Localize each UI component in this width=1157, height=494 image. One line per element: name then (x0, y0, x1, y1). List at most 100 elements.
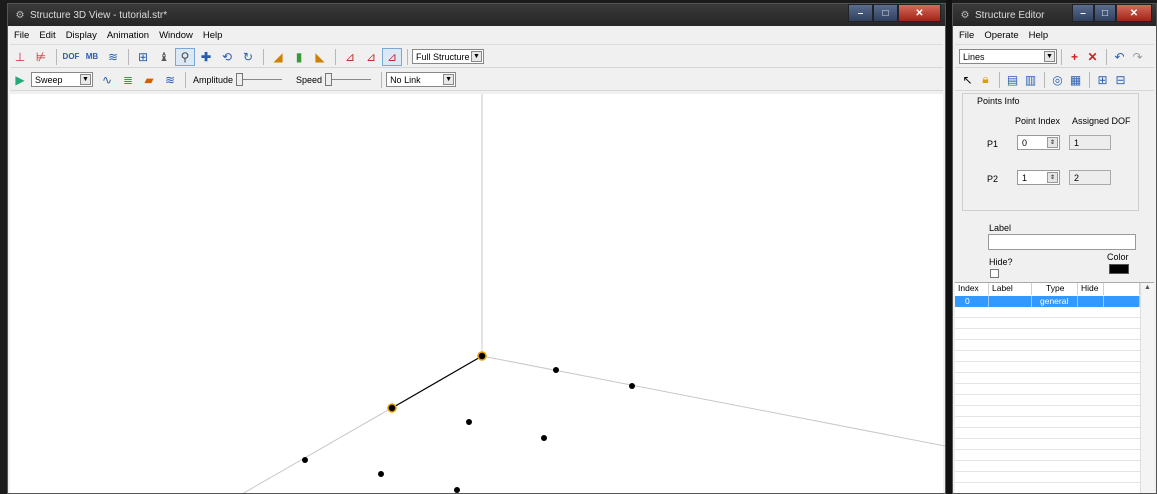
axis-icon[interactable]: ⊥ (10, 48, 30, 66)
chevron-down-icon[interactable]: ▼ (1044, 51, 1055, 62)
table-scrollbar[interactable]: ▲ (1140, 283, 1154, 493)
animation-mode-select[interactable]: Sweep ▼ (31, 72, 93, 87)
toolbar-separator (381, 71, 383, 88)
structure-point-selected[interactable] (387, 403, 397, 413)
structure-point-selected[interactable] (477, 351, 487, 361)
dof-icon[interactable]: DOF (61, 48, 81, 66)
shape-icon[interactable]: ◣ (310, 48, 330, 66)
wave-icon[interactable]: ∿ (97, 71, 117, 89)
table-select-icon[interactable]: ▤ (1004, 71, 1021, 89)
menu-edit[interactable]: Edit (35, 30, 61, 41)
close-button[interactable]: ✕ (1116, 4, 1152, 22)
amplitude-thumb[interactable] (236, 73, 244, 86)
spinner-arrows-icon[interactable]: ⇕ (1047, 172, 1058, 183)
hide-checkbox[interactable] (990, 269, 999, 278)
menu-help[interactable]: Help (1025, 30, 1055, 41)
paint-icon[interactable]: ♝ (154, 48, 174, 66)
structure-select[interactable]: Full Structure ▼ (412, 49, 484, 64)
play-animation-icon[interactable]: ▶ (10, 71, 30, 89)
table-edit-icon[interactable]: ▥ (1022, 71, 1039, 89)
p1-index-spinner[interactable]: 0 ⇕ (1017, 135, 1060, 150)
chevron-down-icon[interactable]: ▼ (80, 74, 91, 85)
grid-icon[interactable]: ⊞ (133, 48, 153, 66)
xy-view-icon[interactable]: ⊿ (340, 48, 360, 66)
lines-table[interactable]: Index Label Type Hide 0 general ▲ (955, 282, 1154, 493)
header-type[interactable]: Type (1032, 283, 1078, 295)
toolbar-separator (1044, 71, 1045, 88)
p2-dof-value: 2 (1074, 172, 1080, 183)
minimize-button[interactable]: – (1072, 4, 1094, 22)
cube-icon[interactable]: ▦ (1067, 71, 1084, 89)
speed-thumb[interactable] (325, 73, 333, 86)
menu-window[interactable]: Window (155, 30, 199, 41)
structure-point[interactable] (454, 487, 460, 493)
surface-icon[interactable]: ◢ (268, 48, 288, 66)
editor-menubar: File Operate Help (955, 27, 1154, 45)
axis-select-icon[interactable]: ⊭ (31, 48, 51, 66)
p2-label: P2 (987, 174, 999, 184)
cell-index: 0 (955, 296, 989, 307)
menu-help[interactable]: Help (199, 30, 229, 41)
p1-label: P1 (987, 139, 999, 149)
select-arrow-icon[interactable]: ↖ (959, 71, 976, 89)
label-caption: Label (989, 223, 1012, 233)
label-input[interactable] (988, 234, 1136, 250)
rotate-icon[interactable]: ↻ (238, 48, 258, 66)
maximize-button[interactable]: □ (873, 4, 898, 22)
speed-slider[interactable] (325, 72, 372, 87)
3d-viewport[interactable] (10, 94, 945, 494)
scroll-up-icon[interactable]: ▲ (1144, 284, 1151, 291)
structure-point[interactable] (302, 457, 308, 463)
menu-animation[interactable]: Animation (103, 30, 155, 41)
mode-shape-icon[interactable]: ≋ (103, 48, 123, 66)
mesh-icon[interactable]: ≣ (118, 71, 138, 89)
structure-point[interactable] (541, 435, 547, 441)
rotate-3d-icon[interactable]: ⟲ (217, 48, 237, 66)
table-row[interactable]: 0 general (955, 296, 1140, 307)
move-icon[interactable]: ✚ (196, 48, 216, 66)
color-caption: Color (1107, 252, 1129, 262)
link-select[interactable]: No Link ▼ (386, 72, 457, 87)
undo-icon[interactable]: ↶ (1111, 48, 1128, 66)
view3d-titlebar[interactable]: ⚙ Structure 3D View - tutorial.str* – □ … (8, 4, 945, 26)
header-label[interactable]: Label (989, 283, 1032, 295)
structure-point[interactable] (466, 419, 472, 425)
editor-titlebar[interactable]: ⚙ Structure Editor – □ ✕ (953, 4, 1156, 26)
sphere-icon[interactable]: ◎ (1049, 71, 1066, 89)
delete-icon[interactable]: ✕ (1084, 48, 1101, 66)
menu-display[interactable]: Display (62, 30, 103, 41)
menu-file[interactable]: File (955, 30, 980, 41)
lock-icon[interactable]: 🔒︎ (977, 71, 994, 89)
chevron-down-icon[interactable]: ▼ (471, 51, 482, 62)
distribute-icon[interactable]: ⊟ (1112, 71, 1129, 89)
align-icon[interactable]: ⊞ (1094, 71, 1111, 89)
structure-point[interactable] (553, 367, 559, 373)
deform-icon[interactable]: ≋ (160, 71, 180, 89)
structure-line[interactable] (391, 355, 483, 409)
menu-operate[interactable]: Operate (980, 30, 1024, 41)
header-index[interactable]: Index (955, 283, 989, 295)
structure-point[interactable] (378, 471, 384, 477)
amplitude-slider[interactable] (236, 72, 283, 87)
structure-canvas[interactable] (10, 94, 945, 494)
add-icon[interactable]: + (1066, 48, 1083, 66)
contour-icon[interactable]: ▰ (139, 71, 159, 89)
maximize-button[interactable]: □ (1094, 4, 1116, 22)
header-hide[interactable]: Hide (1078, 283, 1104, 295)
minimize-button[interactable]: – (848, 4, 873, 22)
close-button[interactable]: ✕ (898, 4, 941, 22)
spinner-arrows-icon[interactable]: ⇕ (1047, 137, 1058, 148)
redo-icon[interactable]: ↷ (1129, 48, 1146, 66)
xz-view-icon[interactable]: ⊿ (382, 47, 402, 66)
mb-icon[interactable]: MB (82, 48, 102, 66)
yz-view-icon[interactable]: ⊿ (361, 48, 381, 66)
line-color-swatch[interactable] (1109, 264, 1129, 274)
object-type-value: Lines (963, 51, 985, 62)
menu-file[interactable]: File (10, 30, 35, 41)
chevron-down-icon[interactable]: ▼ (443, 74, 455, 85)
p2-index-spinner[interactable]: 1 ⇕ (1017, 170, 1060, 185)
structure-point[interactable] (629, 383, 635, 389)
object-type-select[interactable]: Lines ▼ (959, 49, 1057, 64)
zoom-icon[interactable]: ⚲ (175, 47, 195, 66)
bars-icon[interactable]: ▮ (289, 48, 309, 66)
